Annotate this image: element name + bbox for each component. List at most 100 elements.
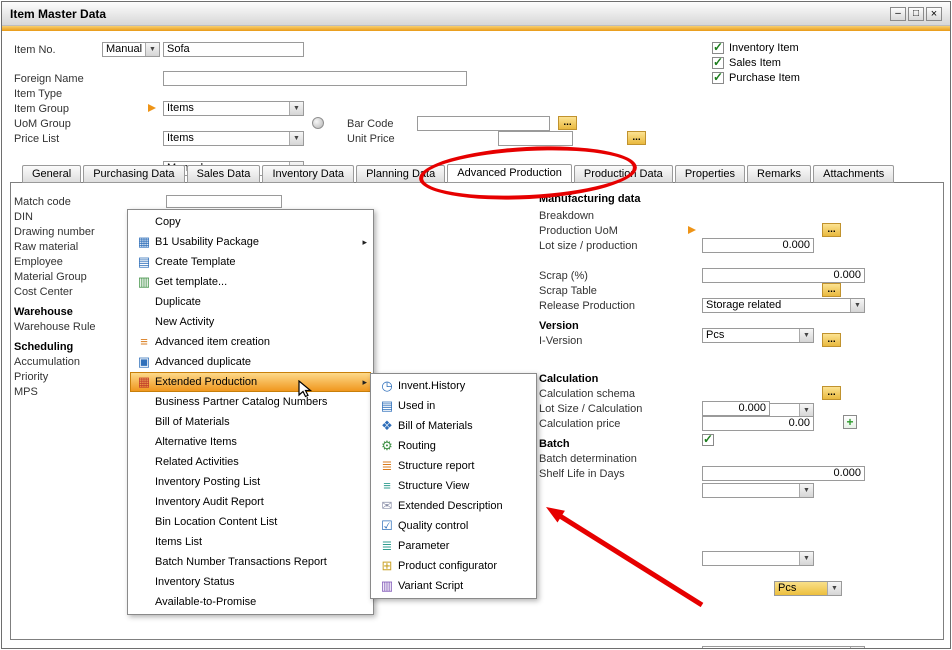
- submenu-item[interactable]: ≡ Structure View: [373, 476, 534, 496]
- submenu-item[interactable]: ☑ Quality control: [373, 516, 534, 536]
- item-flag-label: Sales Item: [729, 57, 781, 69]
- link-arrow-icon[interactable]: [688, 226, 696, 234]
- tab[interactable]: Remarks: [747, 165, 811, 183]
- tab[interactable]: Sales Data: [187, 165, 261, 183]
- unit-price-label: Unit Price: [347, 133, 395, 145]
- production-uom-dropdown[interactable]: Pcs: [702, 328, 814, 343]
- tab[interactable]: Planning Data: [356, 165, 445, 183]
- context-menu-item[interactable]: Available-to-Promise: [130, 592, 371, 612]
- field-input[interactable]: [166, 195, 282, 208]
- scrap-label: Scrap (%): [539, 270, 588, 282]
- foreign-name-input[interactable]: [163, 71, 467, 86]
- context-menu-item[interactable]: New Activity: [130, 312, 371, 332]
- submenu-item[interactable]: ≣ Structure report: [373, 456, 534, 476]
- production-uom-ellipsis-button[interactable]: ...: [822, 223, 841, 237]
- item-flag-row: Purchase Item: [712, 72, 800, 84]
- submenu-item[interactable]: ⚙ Routing: [373, 436, 534, 456]
- context-menu-item[interactable]: Business Partner Catalog Numbers: [130, 392, 371, 412]
- context-menu-item[interactable]: Inventory Posting List: [130, 472, 371, 492]
- context-menu-item[interactable]: ≡ Advanced item creation: [130, 332, 371, 352]
- context-menu-item[interactable]: ▦ B1 Usability Package: [130, 232, 371, 252]
- extended-production-icon: ▦: [133, 373, 155, 391]
- submenu-item-label: Parameter: [398, 540, 520, 552]
- production-uom-value: Pcs: [706, 329, 724, 341]
- calculation-price-label: Calculation price: [539, 418, 620, 430]
- advanced-duplicate-icon: ▣: [133, 353, 155, 371]
- calculation-schema-dropdown[interactable]: [702, 551, 814, 566]
- tab-label: Production Data: [584, 168, 663, 180]
- parameter-icon: ≣: [376, 537, 398, 555]
- calculation-header: Calculation: [539, 373, 598, 385]
- submenu-item-label: Extended Description: [398, 500, 520, 512]
- minimize-button[interactable]: [890, 7, 906, 21]
- link-arrow-icon[interactable]: [148, 104, 156, 112]
- batch-determination-dropdown[interactable]: Automatic batch determin: [702, 646, 865, 649]
- production-uom-label: Production UoM: [539, 225, 618, 237]
- context-menu-item[interactable]: Copy: [130, 212, 371, 232]
- tab[interactable]: Production Data: [574, 165, 673, 183]
- context-menu-item[interactable]: ▣ Advanced duplicate: [130, 352, 371, 372]
- tab[interactable]: Inventory Data: [262, 165, 354, 183]
- calculation-schema-ellipsis-button[interactable]: ...: [822, 386, 841, 400]
- close-button[interactable]: [926, 7, 942, 21]
- lot-size-production-input[interactable]: 0.000: [702, 238, 814, 253]
- submenu-item[interactable]: ✉ Extended Description: [373, 496, 534, 516]
- bar-code-input[interactable]: [417, 116, 550, 131]
- context-menu-item[interactable]: Alternative Items: [130, 432, 371, 452]
- context-menu-item[interactable]: Bill of Materials: [130, 412, 371, 432]
- item-group-value: Items: [167, 132, 194, 144]
- item-no-mode-value: Manual: [106, 43, 142, 55]
- context-menu-item[interactable]: Duplicate: [130, 292, 371, 312]
- breakdown-dropdown[interactable]: Storage related: [702, 298, 865, 313]
- context-menu-item[interactable]: Bin Location Content List: [130, 512, 371, 532]
- tab[interactable]: Advanced Production: [447, 164, 572, 183]
- submenu-item[interactable]: ⊞ Product configurator: [373, 556, 534, 576]
- field-label: Match code: [14, 196, 166, 208]
- submenu-item[interactable]: ❖ Bill of Materials: [373, 416, 534, 436]
- unit-price-ellipsis-button[interactable]: ...: [627, 131, 646, 145]
- unit-price-input[interactable]: [498, 131, 573, 146]
- tab[interactable]: Purchasing Data: [83, 165, 184, 183]
- tab[interactable]: Attachments: [813, 165, 894, 183]
- version-header: Version: [539, 320, 579, 332]
- i-version-dropdown[interactable]: [702, 483, 814, 498]
- item-flag-checkbox[interactable]: [712, 72, 724, 84]
- menu-item-label: Related Activities: [155, 456, 357, 468]
- item-no-mode-dropdown[interactable]: Manual: [102, 42, 160, 57]
- submenu-item[interactable]: ≣ Parameter: [373, 536, 534, 556]
- item-flag-checkbox[interactable]: [712, 42, 724, 54]
- item-no-label: Item No.: [14, 44, 56, 56]
- extended-production-submenu: ◷ Invent.History ▤ Used in ❖ Bill of Mat…: [370, 373, 537, 599]
- release-production-checkbox[interactable]: [702, 434, 714, 446]
- item-no-input[interactable]: Sofa: [163, 42, 304, 57]
- tab[interactable]: Properties: [675, 165, 745, 183]
- context-menu-item[interactable]: Items List: [130, 532, 371, 552]
- context-menu-item[interactable]: Related Activities: [130, 452, 371, 472]
- submenu-item[interactable]: ◷ Invent.History: [373, 376, 534, 396]
- bar-code-ellipsis-button[interactable]: ...: [558, 116, 577, 130]
- submenu-item[interactable]: ▥ Variant Script: [373, 576, 534, 596]
- calculation-price-input[interactable]: 0.00: [702, 416, 814, 431]
- submenu-item[interactable]: ▤ Used in: [373, 396, 534, 416]
- foreign-name-label: Foreign Name: [14, 73, 84, 85]
- breakdown-value: Storage related: [706, 299, 781, 311]
- context-menu-item[interactable]: ▥ Get template...: [130, 272, 371, 292]
- item-flag-checkbox[interactable]: [712, 57, 724, 69]
- grid-plus-icon[interactable]: [843, 415, 857, 429]
- context-menu-item[interactable]: Inventory Audit Report: [130, 492, 371, 512]
- item-type-dropdown[interactable]: Items: [163, 101, 304, 116]
- lot-size-calculation-input[interactable]: 0.000: [702, 401, 770, 416]
- maximize-button[interactable]: [908, 7, 924, 21]
- tab[interactable]: General: [22, 165, 81, 183]
- shelf-life-input[interactable]: 0.000: [702, 466, 865, 481]
- context-menu-item[interactable]: Batch Number Transactions Report: [130, 552, 371, 572]
- scrap-input[interactable]: 0.000: [702, 268, 865, 283]
- item-type-label: Item Type: [14, 88, 62, 100]
- i-version-ellipsis-button[interactable]: ...: [822, 333, 841, 347]
- lot-size-calculation-uom-dropdown[interactable]: Pcs: [774, 581, 842, 596]
- context-menu-item[interactable]: ▤ Create Template: [130, 252, 371, 272]
- context-menu-item[interactable]: Inventory Status: [130, 572, 371, 592]
- scrap-table-ellipsis-button[interactable]: ...: [822, 283, 841, 297]
- context-menu-item[interactable]: ▦ Extended Production: [130, 372, 371, 392]
- item-group-dropdown[interactable]: Items: [163, 131, 304, 146]
